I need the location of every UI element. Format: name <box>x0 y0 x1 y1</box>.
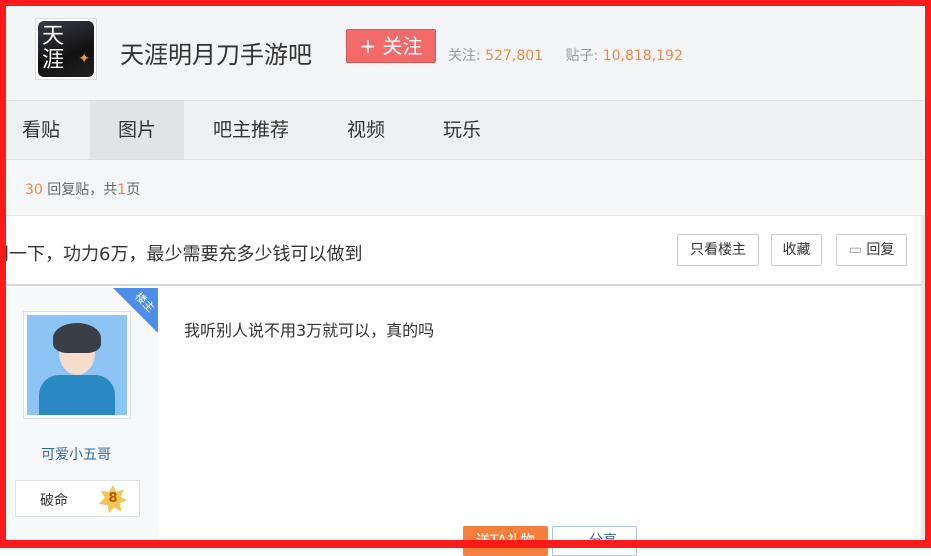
favorite-button[interactable]: 收藏 <box>771 234 822 266</box>
page-suffix: 页 <box>126 182 141 198</box>
reply-summary: 30 回复贴，共1页 <box>25 179 140 199</box>
post-content: 我听别人说不用3万就可以，真的吗 <box>184 321 435 340</box>
tab-videos[interactable]: 视频 <box>319 101 413 159</box>
tab-fun[interactable]: 玩乐 <box>415 101 509 159</box>
reply-label: 回复 <box>866 242 895 258</box>
level-badge[interactable]: 破命 8 <box>15 480 140 517</box>
page-count: 1 <box>117 182 127 198</box>
level-star-icon: 8 <box>99 485 127 513</box>
highlight-frame-left <box>0 0 6 548</box>
username-link[interactable]: 可爱小五哥 <box>6 444 146 464</box>
forum-title[interactable]: 天涯明月刀手游吧 <box>120 35 312 70</box>
followers-count: 527,801 <box>485 48 544 64</box>
follow-button[interactable]: + 关注 <box>346 29 436 63</box>
tab-posts[interactable]: 看贴 <box>0 101 88 159</box>
level-name: 破命 <box>40 493 68 509</box>
posts-label: 贴子: <box>565 48 599 64</box>
forum-nav: 看贴 图片 吧主推荐 视频 玩乐 <box>0 100 931 160</box>
highlight-frame-top <box>0 0 931 6</box>
forum-stats: 关注: 527,801 贴子: 10,818,192 <box>448 45 701 65</box>
highlight-frame-bottom <box>0 540 931 548</box>
op-badge: 楼主 <box>113 288 158 333</box>
only-op-button[interactable]: 只看楼主 <box>677 234 759 266</box>
comment-icon: ▭ <box>848 242 862 258</box>
tab-images[interactable]: 图片 <box>90 101 185 159</box>
reply-summary-row: 30 回复贴，共1页 <box>0 160 931 216</box>
followers-label: 关注: <box>448 48 481 64</box>
tab-featured[interactable]: 吧主推荐 <box>185 101 317 159</box>
thread-title-bar: 问一下，功力6万，最少需要充多少钱可以做到 只看楼主 收藏 ▭ 回复 <box>0 216 921 286</box>
posts-count: 10,818,192 <box>602 48 683 64</box>
thread-title: 问一下，功力6万，最少需要充多少钱可以做到 <box>0 244 363 265</box>
forum-logo[interactable]: 天涯 ✦ <box>35 18 97 80</box>
reply-count: 30 <box>25 182 43 198</box>
reply-button[interactable]: ▭ 回复 <box>836 234 907 266</box>
highlight-frame-right <box>925 0 931 548</box>
forum-header: 天涯 ✦ 天涯明月刀手游吧 + 关注 关注: 527,801 贴子: 10,818… <box>0 0 931 100</box>
reply-text: 回复贴，共 <box>47 182 118 198</box>
